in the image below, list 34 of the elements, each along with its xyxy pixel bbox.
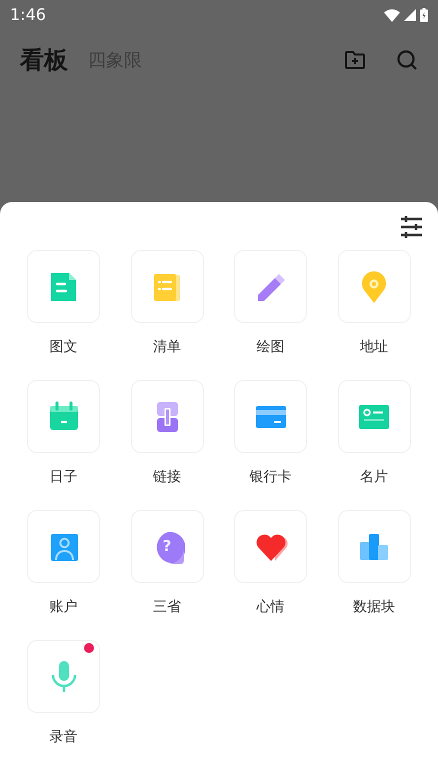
item-label: 心情 <box>256 598 284 617</box>
item-label: 银行卡 <box>250 468 292 487</box>
item-tile[interactable] <box>234 510 307 583</box>
item-tile[interactable] <box>27 250 100 323</box>
page-title: 看板 <box>20 45 68 76</box>
item-label: 清单 <box>153 338 181 357</box>
item-label: 账户 <box>50 598 78 617</box>
item-label: 日子 <box>50 468 78 487</box>
item-tile[interactable] <box>234 250 307 323</box>
item-label: 录音 <box>50 728 78 747</box>
item-label: 绘图 <box>256 338 284 357</box>
signal-icon <box>404 9 416 21</box>
item-tile[interactable] <box>130 250 204 323</box>
item-tile[interactable]: ? <box>130 510 204 583</box>
item-tile[interactable] <box>27 640 100 713</box>
item-label: 图文 <box>50 338 78 357</box>
item-tile[interactable] <box>338 380 410 453</box>
item-tile[interactable] <box>130 380 204 453</box>
wifi-icon <box>384 8 400 22</box>
item-tile[interactable] <box>234 380 307 453</box>
item-tile[interactable] <box>338 510 410 583</box>
battery-icon <box>420 8 428 22</box>
item-tile[interactable] <box>27 510 100 583</box>
item-tile[interactable] <box>338 250 410 323</box>
item-label: 三省 <box>153 598 181 617</box>
item-label: 地址 <box>360 338 388 357</box>
filter-settings-icon[interactable] <box>400 216 422 238</box>
status-time: 1:46 <box>10 4 46 26</box>
item-label: 名片 <box>360 468 388 487</box>
item-label: 链接 <box>153 468 181 487</box>
add-folder-icon[interactable] <box>344 50 366 70</box>
item-label: 数据块 <box>353 598 395 617</box>
item-tile[interactable] <box>27 380 100 453</box>
search-icon[interactable] <box>396 49 418 71</box>
